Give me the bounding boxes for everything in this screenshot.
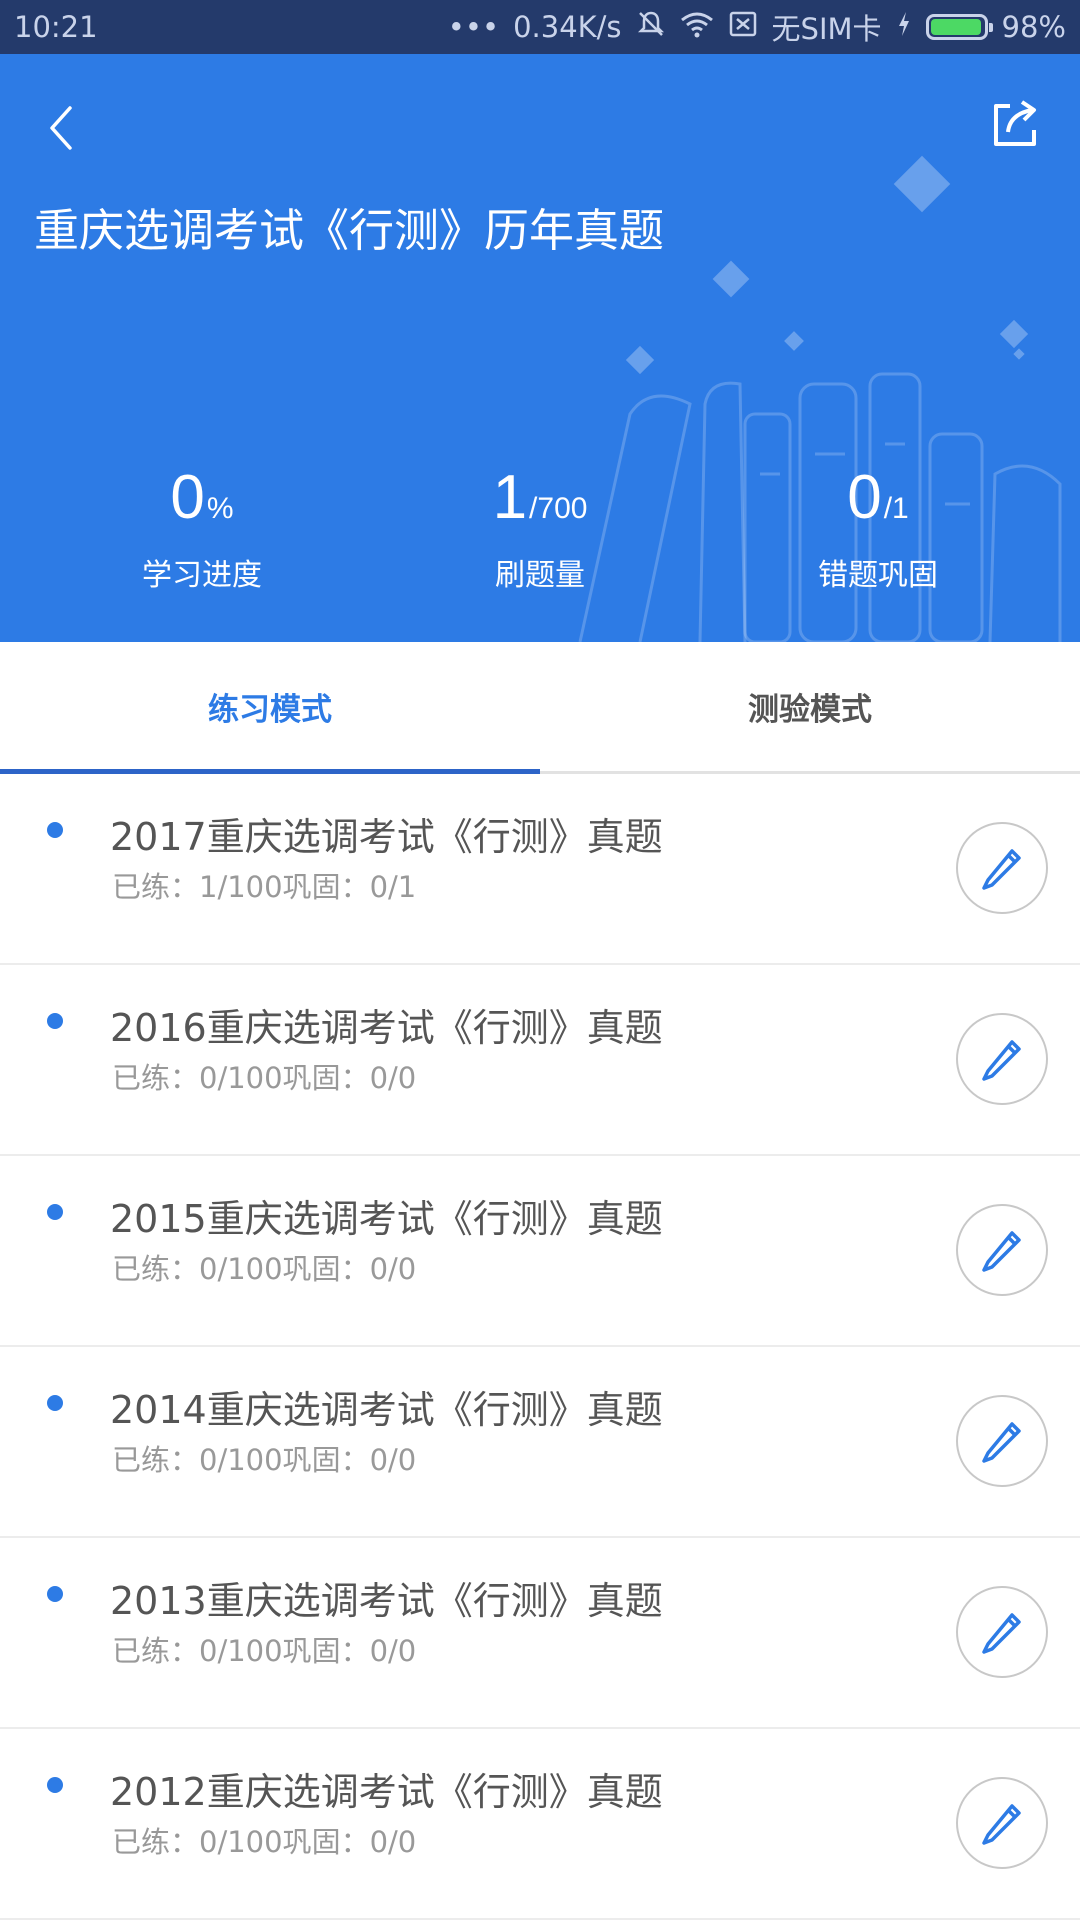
- practice-button[interactable]: [956, 1586, 1048, 1678]
- list-item[interactable]: 2012重庆选调考试《行测》真题 已练：0/100巩固：0/0: [0, 1729, 1080, 1920]
- pencil-icon: [982, 849, 1021, 890]
- stat-question-count: 1/700 刷题量: [390, 462, 690, 594]
- item-progress: 已练：1/100巩固：0/1: [112, 870, 417, 904]
- stat-label: 错题巩固: [818, 558, 938, 593]
- pencil-icon: [982, 1040, 1021, 1081]
- stat-value: 0: [170, 463, 205, 532]
- pencil-icon: [982, 1422, 1021, 1463]
- list-item[interactable]: 2017重庆选调考试《行测》真题 已练：1/100巩固：0/1: [0, 774, 1080, 965]
- charging-icon: [896, 10, 912, 45]
- tab-test-mode[interactable]: 测验模式: [540, 642, 1080, 771]
- page-title: 重庆选调考试《行测》历年真题: [34, 204, 665, 257]
- item-title: 2012重庆选调考试《行测》真题: [110, 1770, 663, 1814]
- battery-icon: [925, 14, 993, 40]
- network-speed: 0.34K/s: [513, 10, 622, 44]
- bullet-dot: [47, 1395, 63, 1411]
- bullet-dot: [47, 822, 63, 838]
- stat-value: 0: [847, 463, 882, 532]
- tab-practice-mode[interactable]: 练习模式: [0, 642, 540, 774]
- item-title: 2015重庆选调考试《行测》真题: [110, 1197, 663, 1241]
- stat-mistake-review[interactable]: 0/1 错题巩固: [728, 462, 1028, 594]
- stat-label: 刷题量: [495, 558, 585, 593]
- bullet-dot: [47, 1204, 63, 1220]
- bullet-dot: [47, 1777, 63, 1793]
- mute-icon: [636, 9, 666, 46]
- sim-status: 无SIM卡: [771, 12, 882, 46]
- status-time: 10:21: [14, 10, 98, 44]
- item-progress: 已练：0/100巩固：0/0: [112, 1634, 417, 1668]
- pencil-icon: [982, 1613, 1021, 1654]
- status-right: ••• 0.34K/s 无SIM卡 98%: [448, 6, 1066, 48]
- more-dots-icon: •••: [447, 10, 500, 44]
- practice-button[interactable]: [956, 1013, 1048, 1105]
- practice-button[interactable]: [956, 1204, 1048, 1296]
- list-item[interactable]: 2015重庆选调考试《行测》真题 已练：0/100巩固：0/0: [0, 1156, 1080, 1347]
- bullet-dot: [47, 1013, 63, 1029]
- pencil-icon: [982, 1804, 1021, 1845]
- item-progress: 已练：0/100巩固：0/0: [112, 1443, 417, 1477]
- item-title: 2016重庆选调考试《行测》真题: [110, 1006, 663, 1050]
- practice-button[interactable]: [956, 1395, 1048, 1487]
- back-button[interactable]: [36, 98, 88, 158]
- stat-unit: %: [206, 492, 234, 525]
- item-title: 2014重庆选调考试《行测》真题: [110, 1388, 663, 1432]
- item-progress: 已练：0/100巩固：0/0: [112, 1252, 417, 1286]
- share-icon: [994, 100, 1036, 146]
- stat-label: 学习进度: [142, 558, 262, 593]
- chevron-left-icon: [50, 106, 72, 150]
- stat-value: 1: [492, 463, 528, 532]
- header-banner: 重庆选调考试《行测》历年真题 0% 学习进度 1/700 刷题量 0/1 错题巩…: [0, 54, 1080, 642]
- wifi-icon: [680, 10, 714, 45]
- list-item[interactable]: 2013重庆选调考试《行测》真题 已练：0/100巩固：0/0: [0, 1538, 1080, 1729]
- status-bar: 10:21 ••• 0.34K/s 无SIM卡 98%: [0, 0, 1080, 54]
- bullet-dot: [47, 1586, 63, 1602]
- stat-unit: /700: [529, 492, 588, 525]
- list-item[interactable]: 2014重庆选调考试《行测》真题 已练：0/100巩固：0/0: [0, 1347, 1080, 1538]
- share-button[interactable]: [984, 94, 1044, 154]
- no-sim-icon: [728, 10, 758, 45]
- practice-button[interactable]: [956, 1777, 1048, 1869]
- item-title: 2017重庆选调考试《行测》真题: [110, 815, 663, 859]
- stat-unit: /1: [883, 492, 909, 525]
- battery-percent: 98%: [1001, 10, 1066, 44]
- item-progress: 已练：0/100巩固：0/0: [112, 1061, 417, 1095]
- item-progress: 已练：0/100巩固：0/0: [112, 1825, 417, 1859]
- practice-button[interactable]: [956, 822, 1048, 914]
- list-item[interactable]: 2016重庆选调考试《行测》真题 已练：0/100巩固：0/0: [0, 965, 1080, 1156]
- stat-study-progress: 0% 学习进度: [52, 462, 352, 594]
- exam-list: 2017重庆选调考试《行测》真题 已练：1/100巩固：0/1 2016重庆选调…: [0, 774, 1080, 1920]
- mode-tabs: 练习模式 测验模式: [0, 642, 1080, 774]
- pencil-icon: [982, 1231, 1021, 1272]
- item-title: 2013重庆选调考试《行测》真题: [110, 1579, 663, 1623]
